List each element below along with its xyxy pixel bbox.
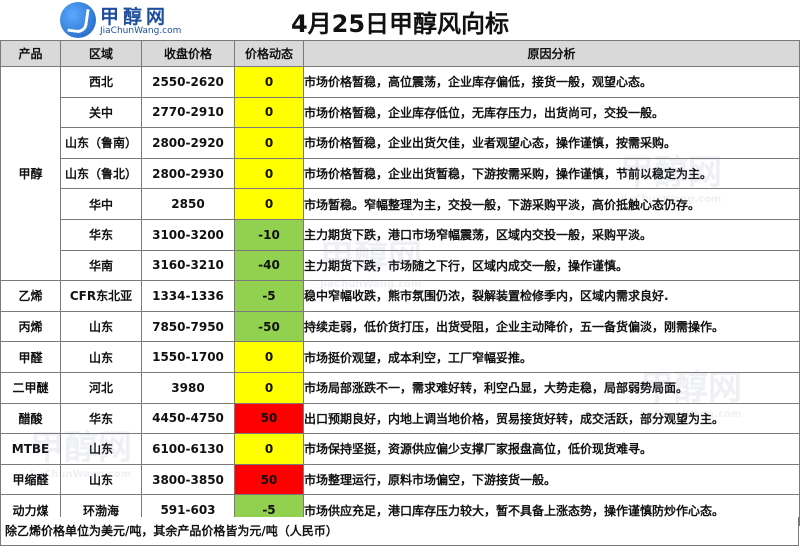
cell-price: 2550-2620 <box>141 66 235 98</box>
cell-region: 山东 <box>60 433 142 465</box>
cell-price: 7850-7950 <box>141 310 235 343</box>
cell-product: 乙烯 <box>0 280 61 312</box>
cell-price: 2770-2910 <box>141 96 235 129</box>
cell-price: 4450-4750 <box>141 402 235 435</box>
cell-price: 2800-2920 <box>141 127 235 159</box>
cell-reason: 市场保持坚挺，资源供应偏少支撑厂家报盘高位，低价现货难寻。 <box>303 433 800 465</box>
table-row: 华南 3160-3210 -40 主力期货下跌，市场随之下行，区域内成交一般，操作谨慎… <box>1 249 800 282</box>
cell-price: 2850 <box>141 188 235 220</box>
cell-change: -40 <box>234 249 304 282</box>
cell-price: 3800-3850 <box>141 463 235 496</box>
table-body: 甲醇 西北 2550-2620 0 市场价格暂稳，高位震荡，企业库存偏低，接货一般，观望… <box>0 65 800 526</box>
cell-reason: 市场挺价观望，成本利空，工厂窄幅妥推。 <box>303 341 800 373</box>
table-row: 甲醛 山东 1550-1700 0 市场挺价观望，成本利空，工厂窄幅妥推。 <box>0 341 800 373</box>
cell-change: -50 <box>234 310 304 343</box>
table-row: 甲醇 西北 2550-2620 0 市场价格暂稳，高位震荡，企业库存偏低，接货一般，观望… <box>0 65 800 282</box>
cell-change: 0 <box>234 433 304 465</box>
cell-change: 0 <box>234 157 304 190</box>
cell-region: 山东 <box>60 310 142 343</box>
table-row: 乙烯 CFR东北亚 1334-1336 -5 稳中窄幅收跌，熊市氛围仍浓，裂解装置检修季… <box>0 280 800 312</box>
table-row: 华中 2850 0 市场暂稳。窄幅整理为主，交投一般，下游采购平淡，高价抵触心态仍存。 <box>1 188 800 220</box>
table-row: 山东（鲁北） 2800-2930 0 市场价格暂稳，企业出货暂稳，下游按需采购，操作谨… <box>1 157 800 190</box>
cell-change: 50 <box>234 402 304 435</box>
table-row: 山东（鲁南） 2800-2920 0 市场价格暂稳，企业出货欠佳，业者观望心态，操作谨… <box>1 127 800 159</box>
table-header-row: 产品 区域 收盘价格 价格动态 原因分析 <box>0 40 800 67</box>
cell-region: 山东（鲁南） <box>60 127 142 159</box>
cell-product: MTBE <box>0 433 61 465</box>
cell-reason: 稳中窄幅收跌，熊市氛围仍浓，裂解装置检修季内，区域内需求良好. <box>303 280 800 312</box>
cell-product: 二甲醚 <box>0 371 61 404</box>
cell-price: 6100-6130 <box>141 433 235 465</box>
column-header-change: 价格动态 <box>234 40 304 67</box>
cell-reason: 市场整理运行，原料市场偏空，下游接货一般。 <box>303 463 800 496</box>
cell-change: 0 <box>234 66 304 98</box>
table-row: 关中 2770-2910 0 市场价格暂稳，企业库存低位，无库存压力，出货尚可，交投一… <box>1 96 800 129</box>
table-row: 醋酸 华东 4450-4750 50 出口预期良好，内地上调当地价格，贸易接货好转，成交… <box>0 402 800 435</box>
column-header-region: 区域 <box>60 40 142 67</box>
table-row: 丙烯 山东 7850-7950 -50 持续走弱，低价货打压，出货受阻，企业主动降价，五… <box>0 310 800 343</box>
cell-region: 华东 <box>60 402 142 435</box>
cell-price: 2800-2930 <box>141 157 235 190</box>
cell-reason: 出口预期良好，内地上调当地价格，贸易接货好转，成交活跃，部分观望为主。 <box>303 402 800 435</box>
cell-change: 0 <box>234 96 304 129</box>
cell-region: 河北 <box>60 371 142 404</box>
cell-region: 华中 <box>60 188 142 220</box>
cell-reason: 市场局部涨跌不一，需求难好转，利空凸显，大势走稳，局部弱势局面。 <box>303 371 800 404</box>
page-title: 4月25日甲醇风向标 <box>290 10 510 38</box>
cell-region: 华东 <box>60 218 142 251</box>
footnote: 除乙烯价格单位为美元/吨，其余产品价格皆为元/吨（人民币） <box>0 517 799 546</box>
cell-region: 山东 <box>60 341 142 373</box>
cell-change: 0 <box>234 371 304 404</box>
price-table: 产品 区域 收盘价格 价格动态 原因分析 甲醇 西北 2550-2620 0 市场价格暂… <box>0 40 800 526</box>
cell-product: 甲醇 <box>0 65 61 282</box>
cell-change: 50 <box>234 463 304 496</box>
cell-reason: 主力期货下跌，市场随之下行，区域内成交一般，操作谨慎。 <box>303 249 800 282</box>
column-header-price: 收盘价格 <box>141 40 235 67</box>
page: 甲醇网 JiaChunWang.com 4月25日甲醇风向标 产品 区域 收盘价… <box>0 0 800 547</box>
cell-reason: 持续走弱，低价货打压，出货受阻，企业主动降价，五一备货偏淡，刚需操作。 <box>303 310 800 343</box>
table-row: 甲缩醛 山东 3800-3850 50 市场整理运行，原料市场偏空，下游接货一般。 <box>0 463 800 496</box>
cell-change: 0 <box>234 341 304 373</box>
table-row: 华东 3100-3200 -10 主力期货下跌，港口市场窄幅震荡，区域内交投一般，采购… <box>1 218 800 251</box>
cell-price: 3160-3210 <box>141 249 235 282</box>
cell-price: 1550-1700 <box>141 341 235 373</box>
cell-reason: 市场暂稳。窄幅整理为主，交投一般，下游采购平淡，高价抵触心态仍存。 <box>303 188 800 220</box>
cell-region: 山东 <box>60 463 142 496</box>
cell-region: 关中 <box>60 96 142 129</box>
cell-reason: 主力期货下跌，港口市场窄幅震荡，区域内交投一般，采购平淡。 <box>303 218 800 251</box>
table-row: MTBE 山东 6100-6130 0 市场保持坚挺，资源供应偏少支撑厂家报盘高位，低价… <box>0 433 800 465</box>
cell-reason: 市场价格暂稳，高位震荡，企业库存偏低，接货一般，观望心态。 <box>303 66 800 98</box>
cell-price: 1334-1336 <box>141 280 235 312</box>
cell-change: 0 <box>234 188 304 220</box>
cell-product: 醋酸 <box>0 402 61 435</box>
cell-reason: 市场价格暂稳，企业库存低位，无库存压力，出货尚可，交投一般。 <box>303 96 800 129</box>
cell-region: CFR东北亚 <box>60 280 142 312</box>
column-header-reason: 原因分析 <box>303 40 800 67</box>
cell-change: 0 <box>234 127 304 159</box>
cell-price: 3100-3200 <box>141 218 235 251</box>
column-header-product: 产品 <box>0 40 61 67</box>
cell-product: 丙烯 <box>0 310 61 343</box>
cell-reason: 市场价格暂稳，企业出货暂稳，下游按需采购，操作谨慎，节前以稳定为主。 <box>303 157 800 190</box>
cell-region: 西北 <box>60 66 142 98</box>
cell-region: 山东（鲁北） <box>60 157 142 190</box>
cell-price: 3980 <box>141 371 235 404</box>
cell-change: -10 <box>234 218 304 251</box>
cell-region: 华南 <box>60 249 142 282</box>
cell-change: -5 <box>234 280 304 312</box>
cell-product: 甲醛 <box>0 341 61 373</box>
cell-reason: 市场价格暂稳，企业出货欠佳，业者观望心态，操作谨慎，按需采购。 <box>303 127 800 159</box>
header: 甲醇网 JiaChunWang.com 4月25日甲醇风向标 <box>0 0 800 40</box>
cell-product: 甲缩醛 <box>0 463 61 496</box>
table-row: 二甲醚 河北 3980 0 市场局部涨跌不一，需求难好转，利空凸显，大势走稳，局部弱势局… <box>0 371 800 404</box>
